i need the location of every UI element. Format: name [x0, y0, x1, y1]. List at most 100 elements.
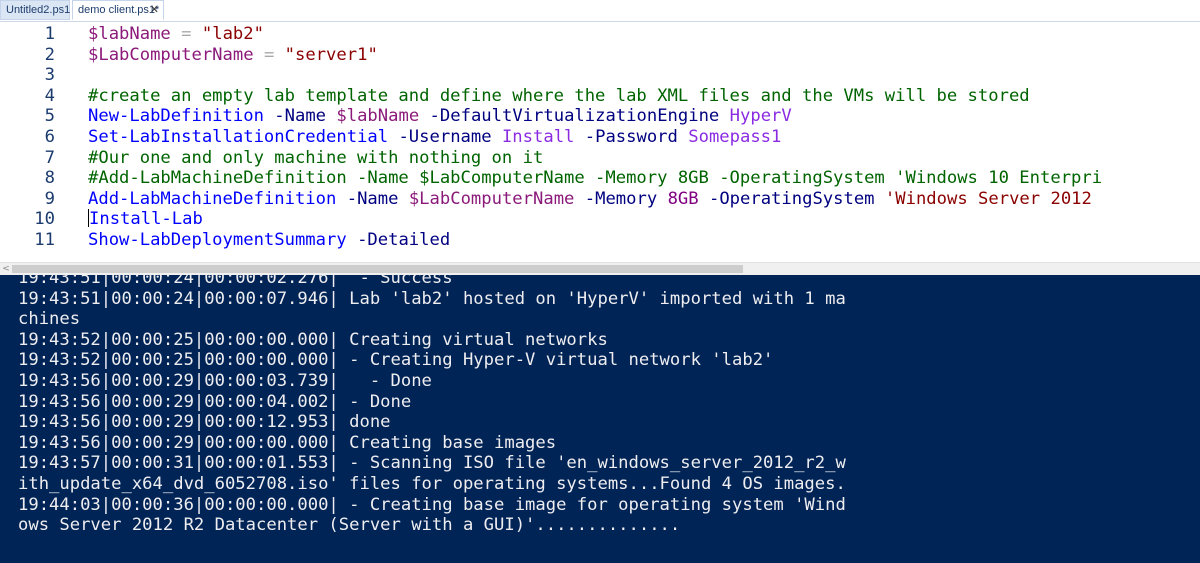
console-line: chines [18, 309, 81, 330]
script-editor[interactable]: 1 $labName = "lab2" 2 $LabComputerName = "s… [0, 22, 1200, 260]
tab-label: Untitled2.ps1 [6, 4, 71, 16]
console-line: 19:43:56|00:00:29|00:00:00.000| Creating… [18, 432, 557, 453]
token-parameter: -Username [398, 127, 492, 147]
editor-line[interactable]: 8 #Add-LabMachineDefinition -Name $LabCom… [0, 168, 1200, 189]
line-number: 1 [44, 24, 55, 44]
code-text: New-LabDefinition -Name $labName -Defaul… [88, 106, 792, 127]
line-number: 4 [44, 85, 55, 106]
token-comment: #create an empty lab template and define… [88, 85, 1030, 106]
editor-line[interactable]: 10 Install-Lab [0, 209, 1200, 230]
line-number: 7 [44, 147, 55, 168]
token-operator: = [181, 24, 192, 44]
token-parameter: -Password [584, 127, 678, 147]
line-number: 9 [44, 188, 55, 209]
editor-line[interactable]: 7 #Our one and only machine with nothing … [0, 148, 1200, 169]
token-string: "lab2" [201, 24, 264, 44]
token-command: Set-LabInstallationCredential [88, 127, 389, 147]
tab-bar: Untitled2.ps1 demo client.ps1* ✕ [0, 0, 1200, 22]
editor-line[interactable]: 5 New-LabDefinition -Name $labName -Defau… [0, 106, 1200, 127]
token-comment: #Add-LabMachineDefinition -Name $LabComp… [88, 168, 1103, 189]
token-string: "server1" [284, 44, 378, 65]
line-number: 11 [34, 230, 55, 250]
scrollbar-thumb[interactable] [12, 265, 743, 273]
token-variable: $LabComputerName [88, 44, 254, 65]
console-line: 19:43:56|00:00:29|00:00:12.953| done [18, 412, 391, 433]
code-text: Set-LabInstallationCredential -Username … [88, 127, 781, 148]
token-parameter: -DefaultVirtualizationEngine [429, 106, 720, 127]
scroll-left-arrow-icon[interactable]: < [1, 263, 11, 275]
editor-line[interactable]: 9 Add-LabMachineDefinition -Name $LabComp… [0, 189, 1200, 210]
console-line: 19:43:51|00:00:24|00:00:02.276| - Succes… [18, 275, 453, 288]
code-text: Show-LabDeploymentSummary -Detailed [88, 230, 450, 251]
token-comment: #Our one and only machine with nothing o… [88, 147, 544, 168]
token-argument: Install [501, 127, 575, 147]
token-argument: HyperV [729, 106, 792, 127]
token-variable: $labName [88, 24, 171, 44]
editor-line[interactable]: 3 [0, 65, 1200, 86]
console-line: 19:44:03|00:00:36|00:00:00.000| - Creati… [18, 494, 846, 515]
console-line: 19:43:56|00:00:29|00:00:03.739| - Done [18, 371, 432, 391]
code-text: $labName = "lab2" [88, 24, 264, 45]
code-text: Add-LabMachineDefinition -Name $LabCompu… [88, 189, 1092, 210]
tab-untitled2[interactable]: Untitled2.ps1 [0, 0, 70, 20]
token-parameter: -Memory [584, 188, 658, 209]
token-string: 'Windows Server 2012 [884, 188, 1092, 209]
code-text: $LabComputerName = "server1" [88, 45, 378, 66]
token-parameter: -OperatingSystem [708, 188, 875, 209]
console-line: 19:43:51|00:00:24|00:00:07.946| Lab 'lab… [18, 288, 846, 309]
code-text: #Add-LabMachineDefinition -Name $LabComp… [88, 168, 1102, 189]
editor-line[interactable]: 11 Show-LabDeploymentSummary -Detailed [0, 230, 1200, 251]
console-pane[interactable]: 19:43:51|00:00:24|00:00:02.276| - Succes… [0, 275, 1200, 563]
tab-demo-client[interactable]: demo client.ps1* ✕ [72, 0, 164, 20]
code-text: #create an empty lab template and define… [88, 86, 1030, 107]
console-line: ows Server 2012 R2 Datacenter (Server wi… [18, 515, 681, 536]
editor-line[interactable]: 2 $LabComputerName = "server1" [0, 45, 1200, 66]
line-number: 3 [44, 65, 55, 86]
console-line: 19:43:57|00:00:31|00:00:01.553| - Scanni… [18, 453, 846, 474]
line-number: 8 [44, 168, 55, 189]
line-number: 10 [34, 209, 55, 230]
token-argument: Somepass1 [688, 127, 782, 147]
editor-line[interactable]: 4 #create an empty lab template and defin… [0, 86, 1200, 107]
line-number: 5 [44, 106, 55, 127]
code-text: Install-Lab [88, 209, 203, 230]
token-variable: $LabComputerName [408, 188, 575, 209]
token-parameter: -Detailed [357, 230, 451, 250]
editor-line[interactable]: 6 Set-LabInstallationCredential -Username… [0, 127, 1200, 148]
token-command: Add-LabMachineDefinition [88, 188, 337, 209]
token-command: Show-LabDeploymentSummary [88, 230, 347, 250]
token-parameter: -Name [274, 106, 327, 127]
token-number: 8GB [667, 188, 699, 209]
tab-label: demo client.ps1* [78, 4, 160, 16]
horizontal-scrollbar[interactable]: < [0, 262, 1200, 275]
line-number: 6 [44, 127, 55, 147]
console-line: 19:43:52|00:00:25|00:00:00.000| Creating… [18, 329, 608, 350]
console-line: 19:43:52|00:00:25|00:00:00.000| - Creati… [18, 350, 774, 371]
close-icon[interactable]: ✕ [150, 1, 159, 20]
token-command: New-LabDefinition [88, 106, 264, 127]
code-text: #Our one and only machine with nothing o… [88, 148, 543, 169]
editor-line[interactable]: 1 $labName = "lab2" [0, 24, 1200, 45]
token-parameter: -Name [346, 188, 399, 209]
token-command: Install-Lab [89, 209, 203, 230]
console-line: ith_update_x64_dvd_6052708.iso' files fo… [18, 474, 846, 494]
token-operator: = [263, 44, 275, 65]
line-number: 2 [44, 44, 55, 65]
